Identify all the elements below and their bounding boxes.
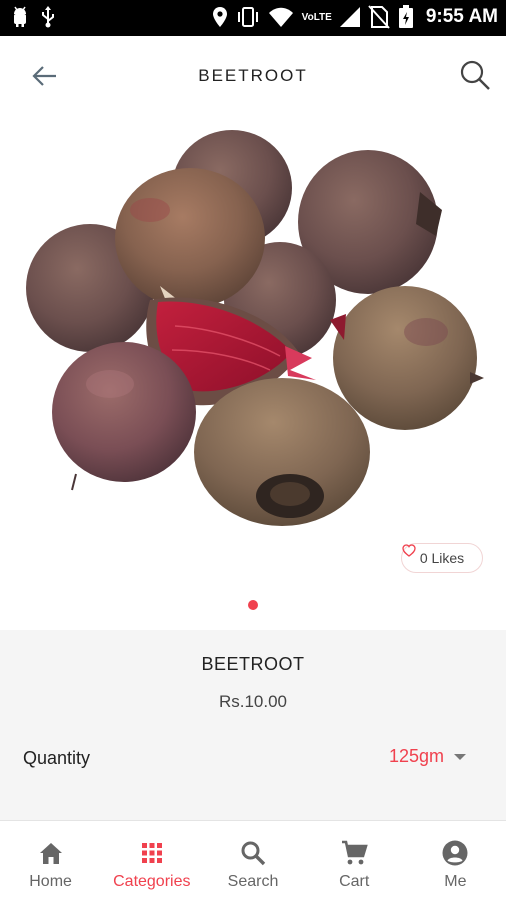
android-icon (14, 6, 26, 27)
nav-me[interactable]: Me (405, 821, 506, 900)
location-icon (212, 7, 227, 27)
no-sim-icon (368, 5, 390, 29)
heart-icon (402, 544, 416, 557)
vibrate-icon (237, 7, 258, 27)
status-left (10, 6, 56, 28)
product-price: Rs.10.00 (218, 692, 288, 711)
nav-me-label: Me (444, 873, 467, 890)
home-icon (39, 843, 62, 864)
nav-categories[interactable]: Categories (101, 821, 202, 900)
quantity-label: Quantity (23, 748, 91, 768)
chevron-down-icon (454, 753, 466, 760)
volte-label: VoLTE (301, 11, 332, 23)
cart-icon (342, 840, 368, 865)
product-name: BEETROOT (201, 654, 305, 674)
product-details: BEETROOT Rs.10.00 Quantity 125gm (0, 630, 506, 820)
nav-cart[interactable]: Cart (304, 821, 405, 900)
bottom-navigation: Home Categories Search Cart Me (0, 820, 506, 900)
likes-count: 0 Likes (419, 550, 465, 566)
nav-home[interactable]: Home (0, 821, 101, 900)
status-time: 9:55 AM (425, 6, 498, 27)
account-icon (442, 840, 468, 866)
nav-home-label: Home (29, 873, 72, 890)
likes-button[interactable]: 0 Likes (401, 543, 483, 573)
carousel-indicator (248, 600, 258, 610)
signal-icon (339, 7, 360, 27)
nav-search[interactable]: Search (202, 821, 303, 900)
quantity-value: 125gm (388, 746, 444, 766)
nav-categories-label: Categories (113, 873, 191, 890)
usb-icon (42, 6, 54, 28)
wifi-icon (268, 7, 293, 27)
product-image-carousel[interactable]: 0 Likes (0, 114, 506, 584)
search-icon[interactable] (458, 58, 492, 92)
product-image (26, 130, 484, 526)
quantity-select[interactable]: 125gm (389, 746, 466, 767)
page-title: BEETROOT (198, 66, 308, 85)
app-bar: BEETROOT (0, 36, 506, 114)
nav-cart-label: Cart (339, 873, 370, 890)
grid-icon (141, 843, 162, 863)
status-bar: VoLTE 9:55 AM (0, 0, 506, 36)
status-right: VoLTE 9:55 AM (212, 5, 498, 29)
battery-icon (398, 5, 413, 28)
search-icon (241, 841, 266, 866)
nav-search-label: Search (227, 873, 279, 890)
